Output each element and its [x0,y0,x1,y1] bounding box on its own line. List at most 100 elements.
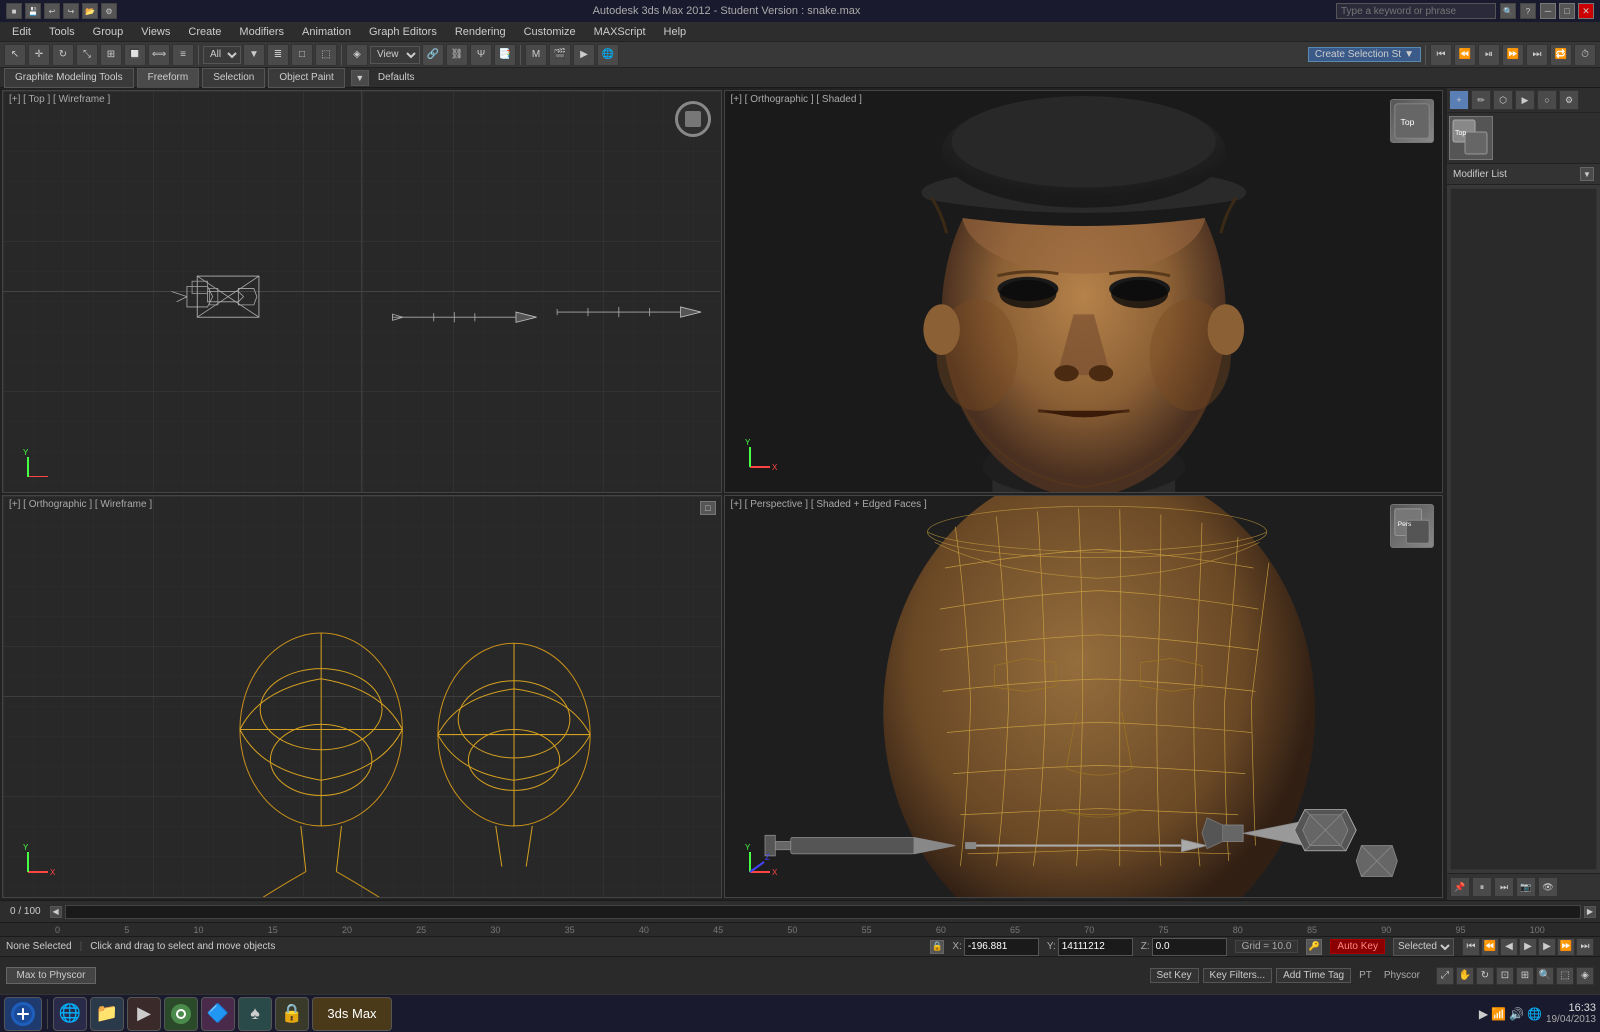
key-icon[interactable]: 🔑 [1306,939,1322,955]
rp-step-btn[interactable]: ⏭ [1494,877,1514,897]
key-filter-select[interactable]: Selected [1393,938,1454,956]
taskbar-btn7[interactable]: 🔒 [275,997,309,1031]
vp-zoom-extents[interactable]: ⊡ [1496,967,1514,985]
lock-icon[interactable]: 🔒 [930,940,944,954]
rp-camera-btn[interactable]: 📷 [1516,877,1536,897]
rp-nav-cube[interactable]: Top [1449,116,1493,160]
timeline-next-btn[interactable]: ▶ [1584,906,1596,918]
select-tool[interactable]: ↖ [4,44,26,66]
window-cross[interactable]: ⬚ [315,44,337,66]
mirror-tool[interactable]: ⟺ [148,44,170,66]
open-icon[interactable]: 📂 [82,3,98,19]
tab-graphite-modeling[interactable]: Graphite Modeling Tools [4,68,134,88]
anim-keyframe[interactable]: ⏮ [1430,44,1452,66]
taskbar-start-btn[interactable] [4,997,42,1031]
material-editor[interactable]: M [525,44,547,66]
menu-maxscript[interactable]: MAXScript [586,22,654,42]
viewport-bottom-left[interactable]: [+] [ Orthographic ] [ Wireframe ] [2,495,722,898]
vp-pan[interactable]: ✋ [1456,967,1474,985]
search-input[interactable] [1336,3,1496,19]
filter-select[interactable]: All [203,46,241,64]
menu-help[interactable]: Help [656,22,695,42]
search-btn[interactable]: 🔍 [1500,3,1516,19]
quick-render[interactable]: ▶ [573,44,595,66]
bar-options-btn[interactable]: ▼ [351,70,369,86]
3d-snap[interactable]: ◈ [346,44,368,66]
menu-graph-editors[interactable]: Graph Editors [361,22,445,42]
view-select[interactable]: View [370,46,420,64]
taskbar-btn5[interactable]: 🔷 [201,997,235,1031]
select-by-name[interactable]: ≣ [267,44,289,66]
z-coord-input[interactable] [1152,938,1227,956]
menu-modifiers[interactable]: Modifiers [231,22,292,42]
vp-bl-corner-btn[interactable]: □ [700,501,715,515]
transport-next[interactable]: ▶ [1538,938,1556,956]
auto-key-btn[interactable]: Auto Key [1330,939,1385,954]
help-icon[interactable]: ? [1520,3,1536,19]
link-tool[interactable]: 🔗 [422,44,444,66]
scale-tool[interactable]: ⤡ [76,44,98,66]
unlink-tool[interactable]: ⛓ [446,44,468,66]
viewport-bottom-right[interactable]: [+] [ Perspective ] [ Shaded + Edged Fac… [724,495,1444,898]
transport-first[interactable]: ⏮ [1462,938,1480,956]
set-key-btn[interactable]: Set Key [1150,968,1199,983]
anim-play[interactable]: ⏯ [1478,44,1500,66]
rp-motion-icon[interactable]: ▶ [1515,90,1535,110]
x-coord-input[interactable] [964,938,1039,956]
settings-icon[interactable]: ⚙ [101,3,117,19]
taskbar-max-btn[interactable]: 3ds Max [312,997,392,1031]
anim-prev[interactable]: ⏪ [1454,44,1476,66]
taskbar-media-btn[interactable]: ▶ [127,997,161,1031]
save-icon[interactable]: 💾 [25,3,41,19]
viewport-nav-tl[interactable] [675,101,711,137]
anim-time[interactable]: ⏱ [1574,44,1596,66]
render-setup[interactable]: 🎬 [549,44,571,66]
vp-arc-rotate[interactable]: ↻ [1476,967,1494,985]
transport-prev[interactable]: ◀ [1500,938,1518,956]
modifier-list-dropdown[interactable]: ▼ [1580,167,1594,181]
align-tool[interactable]: ≡ [172,44,194,66]
app-icon[interactable]: ■ [6,3,22,19]
menu-create[interactable]: Create [180,22,229,42]
rect-select[interactable]: □ [291,44,313,66]
rp-create-icon[interactable]: + [1449,90,1469,110]
menu-animation[interactable]: Animation [294,22,359,42]
tab-freeform[interactable]: Freeform [137,68,200,88]
move-tool[interactable]: ✛ [28,44,50,66]
ref-coord[interactable]: ⊞ [100,44,122,66]
rp-hierarchy-icon[interactable]: ⬡ [1493,90,1513,110]
vp-zoom[interactable]: 🔍 [1536,967,1554,985]
undo-icon[interactable]: ↩ [44,3,60,19]
tab-object-paint[interactable]: Object Paint [268,68,344,88]
rp-eye-btn[interactable]: 👁 [1538,877,1558,897]
environment[interactable]: 🌐 [597,44,619,66]
transport-last[interactable]: ⏭ [1576,938,1594,956]
anim-next[interactable]: ⏩ [1502,44,1524,66]
rp-modify-icon[interactable]: ✏ [1471,90,1491,110]
menu-tools[interactable]: Tools [41,22,83,42]
max-physcor-btn[interactable]: Max to Physcor [6,967,96,984]
redo-icon[interactable]: ↪ [63,3,79,19]
y-coord-input[interactable] [1058,938,1133,956]
menu-rendering[interactable]: Rendering [447,22,514,42]
viewport-nav-tr[interactable]: Top [1390,99,1434,143]
rp-display-icon[interactable]: ○ [1537,90,1557,110]
close-btn[interactable]: ✕ [1578,3,1594,19]
menu-customize[interactable]: Customize [516,22,584,42]
viewport-nav-br[interactable]: Pers [1390,504,1434,548]
rp-utilities-icon[interactable]: ⚙ [1559,90,1579,110]
taskbar-btn6[interactable]: ♠ [238,997,272,1031]
viewport-top-left[interactable]: [+] [ Top ] [ Wireframe ] [2,90,722,493]
vp-field-of-view[interactable]: ◈ [1576,967,1594,985]
timeline-bar[interactable]: 0 5 10 15 20 25 30 35 40 45 50 [65,905,1581,919]
select-filter[interactable]: ▼ [243,44,265,66]
taskbar-explorer-btn[interactable]: 📁 [90,997,124,1031]
menu-edit[interactable]: Edit [4,22,39,42]
vp-zoom-all[interactable]: ⊞ [1516,967,1534,985]
transport-play[interactable]: ▶ [1519,938,1537,956]
viewport-top-right[interactable]: [+] [ Orthographic ] [ Shaded ] [724,90,1444,493]
vp-maximize[interactable]: ⤢ [1436,967,1454,985]
taskbar-chrome-btn[interactable] [164,997,198,1031]
key-filters-btn[interactable]: Key Filters... [1203,968,1273,983]
rp-pin-btn[interactable]: 📌 [1450,877,1470,897]
